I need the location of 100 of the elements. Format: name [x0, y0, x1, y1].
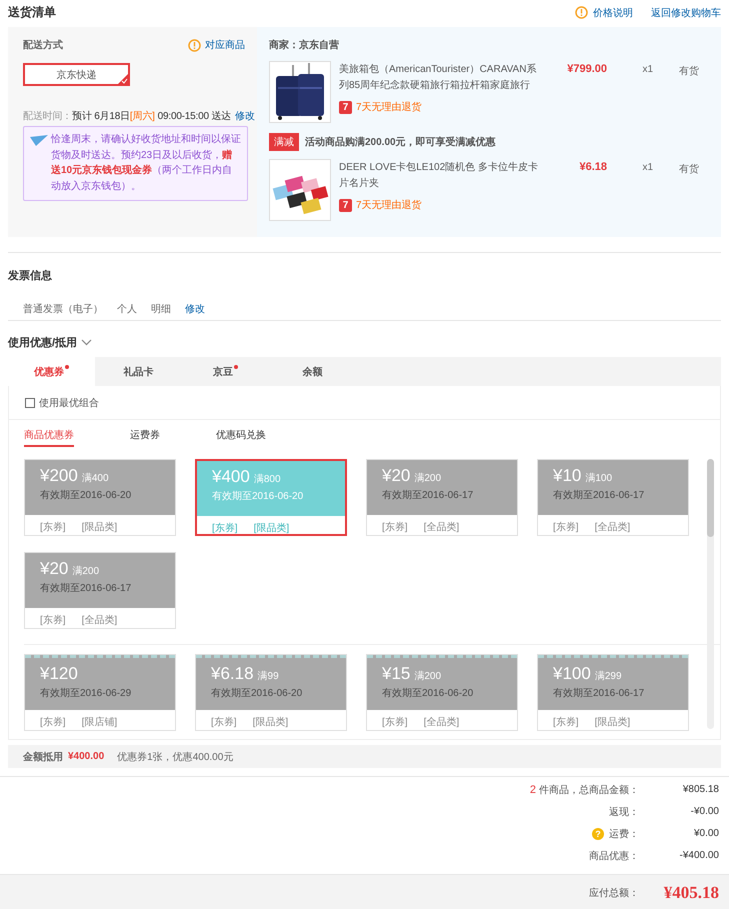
- total-label: 运费：: [609, 828, 639, 841]
- checkbox[interactable]: [25, 398, 35, 408]
- coupon-condition: 满299: [594, 671, 622, 682]
- summary-label: 金额抵用: [23, 750, 63, 764]
- delivery-window: 09:00-15:00 送达: [158, 109, 232, 123]
- item-count: 2: [530, 784, 536, 796]
- coupon-expiry: 有效期至2016-06-17: [553, 488, 646, 502]
- checkbox-label: 使用最优组合: [39, 396, 99, 410]
- coupon-expiry: 有效期至2016-06-29: [40, 686, 132, 700]
- edit-link[interactable]: 修改: [185, 302, 205, 316]
- coupon-amount: ¥400: [212, 467, 250, 486]
- coupon-condition: 满200: [414, 473, 442, 484]
- section-title: 发票信息: [8, 268, 53, 283]
- coupon-expiry: 有效期至2016-06-17: [553, 686, 646, 700]
- tab[interactable]: 礼品卡: [95, 357, 182, 386]
- tab[interactable]: 余额: [269, 357, 356, 386]
- coupon-tag: [东券]: [40, 613, 66, 627]
- coupon-tag: [全品类]: [82, 613, 118, 627]
- coupon-tag: [东券]: [212, 521, 238, 535]
- total-value: -¥400.00: [678, 849, 719, 863]
- promo-badge: 满减: [269, 133, 299, 151]
- coupon-tag: [全品类]: [424, 715, 460, 729]
- return-policy: 7天无理由退货: [356, 100, 422, 114]
- coupon-tag: [东券]: [211, 715, 237, 729]
- coupon-tag: [限店铺]: [82, 715, 118, 729]
- coupon-amount: ¥10: [553, 466, 582, 485]
- checkmark-icon: [118, 74, 128, 84]
- field-label: 配送时间：: [23, 110, 72, 123]
- tab[interactable]: 京豆: [182, 357, 269, 386]
- goods-link[interactable]: 对应商品: [205, 38, 245, 52]
- link[interactable]: 返回修改购物车: [651, 6, 721, 20]
- summary-detail: 优惠券1张，优惠400.00元: [117, 750, 234, 764]
- summary-amount: ¥400.00: [68, 751, 104, 762]
- coupon-condition: 满200: [72, 566, 100, 577]
- product-name[interactable]: DEER LOVE卡包LE102随机色 多卡位牛皮卡片名片夹: [339, 159, 539, 192]
- coupon-tag: [限品类]: [594, 715, 630, 729]
- coupon-tag: [限品类]: [82, 520, 118, 534]
- coupon-card[interactable]: ¥20 满200 有效期至2016-06-17 [东券] [全品类]: [24, 552, 176, 629]
- quantity: x1: [641, 161, 653, 173]
- chevron-down-icon[interactable]: [81, 339, 92, 346]
- total-label: 返现：: [609, 806, 639, 819]
- tab[interactable]: 优惠券: [8, 357, 95, 386]
- payable-amount: ¥405.18: [664, 882, 719, 902]
- product-name[interactable]: 美旅箱包（AmericanTourister）CARAVAN系列85周年纪念款硬箱旅行箱拉杆箱家庭旅行: [339, 61, 539, 94]
- coupon-expiry: 有效期至2016-06-17: [40, 582, 132, 595]
- info-icon: [188, 38, 201, 52]
- sub-tab[interactable]: 商品优惠券: [24, 424, 74, 447]
- coupon-card[interactable]: ¥100 满299 有效期至2016-06-17 [东券] [限品类]: [537, 654, 689, 731]
- delivery-option[interactable]: 京东快递: [23, 63, 130, 86]
- coupon-expiry: 有效期至2016-06-20: [211, 686, 304, 700]
- coupon-amount: ¥20: [40, 559, 68, 578]
- coupon-condition: 满800: [254, 474, 281, 485]
- scrollbar[interactable]: [707, 459, 714, 729]
- sub-tab[interactable]: 运费券: [130, 424, 160, 447]
- coupon-card[interactable]: ¥20 满200 有效期至2016-06-17 [东券] [全品类]: [366, 459, 518, 536]
- link[interactable]: 价格说明: [593, 6, 633, 20]
- coupon-card[interactable]: ¥120 有效期至2016-06-29 [东券] [限店铺]: [24, 654, 176, 731]
- section-title: 使用优惠/抵用: [8, 336, 78, 350]
- coupon-expiry: 有效期至2016-06-20: [382, 686, 474, 700]
- edit-link[interactable]: 修改: [231, 109, 255, 123]
- coupon-tag: [东券]: [40, 520, 66, 534]
- field-label: 配送方式: [23, 38, 63, 52]
- coupon-tag: [东券]: [382, 520, 408, 534]
- coupon-card[interactable]: ¥15 满200 有效期至2016-06-20 [东券] [全品类]: [366, 654, 518, 731]
- invoice-value: 普通发票（电子）: [23, 302, 103, 316]
- coupon-tag: [东券]: [553, 520, 579, 534]
- coupon-tag: [东券]: [40, 715, 66, 729]
- coupon-tag: [全品类]: [594, 520, 630, 534]
- seller-label: 商家：京东自营: [269, 38, 340, 52]
- info-icon: [575, 6, 588, 19]
- coupon-tag: [全品类]: [424, 520, 460, 534]
- coupon-card[interactable]: ¥10 满100 有效期至2016-06-17 [东券] [全品类]: [537, 459, 689, 536]
- coupon-expiry: 有效期至2016-06-20: [212, 490, 304, 503]
- coupon-condition: 满400: [82, 473, 109, 484]
- return-badge: 7: [339, 198, 352, 212]
- quantity: x1: [641, 63, 653, 75]
- notice-text: 恰逢周末，请确认好收货地址和时间以保证货物及时送达。预约23日及以后收货，赠送10元京东钱包现金券（两个工作日内自动放入京东钱包）。: [51, 132, 241, 194]
- coupon-amount: ¥20: [382, 466, 410, 485]
- return-badge: 7: [339, 100, 352, 114]
- delivery-date: 预计 6月18日: [72, 110, 130, 123]
- coupon-amount: ¥120: [40, 664, 78, 683]
- coupon-tag: [限品类]: [254, 521, 290, 535]
- total-label: 应付总额：: [588, 886, 639, 900]
- invoice-value: 明细: [151, 303, 171, 316]
- total-value: ¥0.00: [692, 827, 719, 841]
- coupon-tag: [东券]: [382, 715, 408, 729]
- coupon-card[interactable]: ¥200 满400 有效期至2016-06-20 [东券] [限品类]: [24, 459, 176, 536]
- coupon-expiry: 有效期至2016-06-17: [382, 488, 474, 502]
- coupon-amount: ¥200: [40, 466, 78, 485]
- return-policy: 7天无理由退货: [356, 198, 422, 212]
- coupon-tag: [限品类]: [252, 715, 288, 729]
- sub-tab[interactable]: 优惠码兑换: [216, 424, 266, 447]
- coupon-card[interactable]: ¥6.18 满99 有效期至2016-06-20 [东券] [限品类]: [195, 654, 347, 731]
- stock-status: 有货: [678, 65, 699, 78]
- section-title: 送货清单: [8, 4, 56, 21]
- price: ¥799.00: [566, 62, 607, 75]
- coupon-amount: ¥15: [382, 664, 410, 683]
- paper-plane-icon: [30, 135, 48, 146]
- price: ¥6.18: [578, 160, 607, 173]
- total-value: ¥805.18: [682, 783, 719, 797]
